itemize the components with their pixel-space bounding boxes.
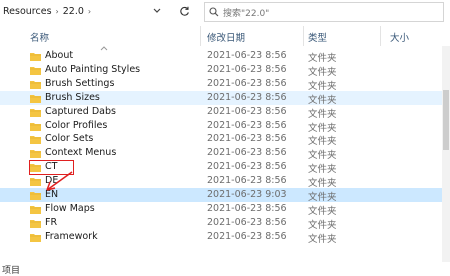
file-type: 文件夹: [308, 178, 337, 190]
search-icon: [205, 3, 223, 21]
file-date: 2021-06-23 8:56: [207, 161, 287, 173]
breadcrumb-resources[interactable]: Resources: [0, 6, 55, 17]
column-divider[interactable]: [200, 26, 201, 46]
address-history-chevron-icon[interactable]: [150, 3, 164, 19]
file-name: DE: [45, 175, 59, 187]
file-row[interactable]: DE 2021-06-23 8:56 文件夹: [0, 174, 450, 190]
breadcrumb-22[interactable]: 22.0: [60, 6, 87, 17]
file-date: 2021-06-23 8:56: [207, 77, 287, 89]
file-name: Color Sets: [45, 133, 94, 145]
file-row[interactable]: About 2021-06-23 8:56 文件夹: [0, 49, 450, 64]
search-placeholder: 搜索"22.0": [223, 8, 270, 19]
annotation-box: [29, 160, 74, 175]
file-type: 文件夹: [308, 53, 337, 64]
file-date: 2021-06-23 8:56: [207, 202, 287, 214]
file-row[interactable]: EN 2021-06-23 9:03 文件夹: [0, 188, 450, 203]
column-header: 名称 修改日期 类型 大小: [0, 26, 450, 51]
file-date: 2021-06-23 8:56: [207, 147, 287, 159]
file-row[interactable]: Captured Dabs 2021-06-23 8:56 文件夹: [0, 105, 450, 120]
file-date: 2021-06-23 8:56: [207, 105, 287, 117]
folder-icon: [30, 178, 41, 187]
file-type: 文件夹: [308, 164, 337, 176]
status-text: 项目: [2, 266, 21, 276]
file-date: 2021-06-23 8:56: [207, 175, 287, 187]
folder-icon: [30, 136, 41, 145]
folder-icon: [30, 66, 41, 75]
column-type[interactable]: 类型: [308, 30, 327, 44]
file-date: 2021-06-23 8:56: [207, 119, 287, 131]
file-type: 文件夹: [308, 122, 337, 134]
file-name: Framework: [45, 230, 98, 242]
file-row[interactable]: Flow Maps 2021-06-23 8:56 文件夹: [0, 202, 450, 217]
file-name: Captured Dabs: [45, 105, 116, 117]
file-date: 2021-06-23 8:56: [207, 91, 287, 103]
file-row[interactable]: Context Menus 2021-06-23 8:56 文件夹: [0, 146, 450, 162]
folder-icon: [30, 219, 41, 228]
folder-icon: [30, 192, 41, 200]
file-name: Brush Sizes: [45, 91, 100, 103]
toolbar: Resources › 22.0 › 搜索"22.0": [0, 0, 450, 24]
file-name: Brush Settings: [45, 77, 115, 89]
column-date[interactable]: 修改日期: [207, 30, 245, 44]
scrollbar-thumb[interactable]: [443, 90, 449, 150]
search-box[interactable]: 搜索"22.0": [204, 2, 444, 22]
vertical-scrollbar[interactable]: [442, 46, 450, 262]
refresh-icon[interactable]: [176, 3, 192, 19]
file-type: 文件夹: [308, 192, 337, 203]
file-row[interactable]: Color Sets 2021-06-23 8:56 文件夹: [0, 132, 450, 148]
file-name: FR: [45, 216, 58, 228]
file-type: 文件夹: [308, 66, 337, 78]
column-divider[interactable]: [380, 26, 381, 46]
file-row[interactable]: Brush Settings 2021-06-23 8:56 文件夹: [0, 77, 450, 92]
file-type: 文件夹: [308, 80, 337, 92]
folder-icon: [30, 205, 41, 214]
column-size[interactable]: 大小: [390, 30, 409, 44]
file-type: 文件夹: [308, 150, 337, 162]
file-row[interactable]: Framework 2021-06-23 8:56 文件夹: [0, 230, 450, 245]
file-row[interactable]: Auto Painting Styles 2021-06-23 8:56 文件夹: [0, 63, 450, 78]
file-type: 文件夹: [308, 219, 337, 231]
column-divider[interactable]: [303, 26, 304, 46]
file-name: About: [45, 50, 74, 61]
file-name: EN: [45, 189, 59, 200]
file-type: 文件夹: [308, 233, 337, 245]
file-type: 文件夹: [308, 94, 337, 106]
file-date: 2021-06-23 8:56: [207, 230, 287, 242]
status-bar: 项目: [0, 263, 450, 276]
breadcrumb-separator: ›: [87, 6, 92, 16]
file-name: Auto Painting Styles: [45, 63, 141, 75]
file-name: Color Profiles: [45, 119, 108, 131]
file-type: 文件夹: [308, 136, 337, 148]
folder-icon: [30, 150, 41, 159]
file-date: 2021-06-23 9:03: [207, 189, 287, 200]
address-bar[interactable]: Resources › 22.0 ›: [0, 3, 161, 19]
folder-icon: [30, 53, 41, 61]
file-date: 2021-06-23 8:56: [207, 63, 287, 75]
file-type: 文件夹: [308, 205, 337, 217]
file-name: Context Menus: [45, 147, 117, 159]
folder-icon: [30, 80, 41, 89]
file-date: 2021-06-23 8:56: [207, 216, 287, 228]
file-type: 文件夹: [308, 108, 337, 120]
file-row[interactable]: Brush Sizes 2021-06-23 8:56 文件夹: [0, 90, 450, 106]
folder-icon: [30, 122, 41, 131]
file-row[interactable]: FR 2021-06-23 8:56 文件夹: [0, 216, 450, 231]
column-name[interactable]: 名称: [30, 30, 49, 44]
file-date: 2021-06-23 8:56: [207, 133, 287, 145]
folder-icon: [30, 94, 41, 103]
file-name: Flow Maps: [45, 202, 95, 214]
file-date: 2021-06-23 8:56: [207, 50, 287, 61]
folder-icon: [30, 233, 41, 242]
folder-icon: [30, 108, 41, 117]
file-row[interactable]: Color Profiles 2021-06-23 8:56 文件夹: [0, 119, 450, 134]
